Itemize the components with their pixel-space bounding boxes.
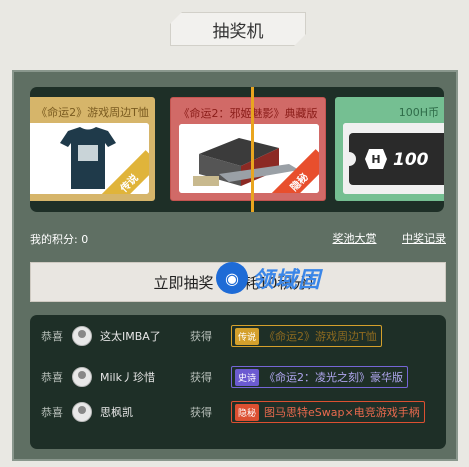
avatar — [72, 402, 92, 422]
collectors-edition-image: 隐秘 — [179, 124, 319, 193]
prize-carousel: 《命运2》游戏周边T恤 传说 《命运2：邪姬魅影》典藏版 隐秘 100H币 H … — [30, 87, 444, 212]
feed-row: 恭喜 思枫凯 获得 隐秘 图马思特eSwap×电竞游戏手柄 — [30, 400, 446, 424]
feed-row: 恭喜 这太IMBA了 获得 传说 《命运2》游戏周边T恤 — [30, 324, 446, 348]
prize-card-name: 《命运2》游戏周边T恤 — [36, 106, 149, 119]
carousel-pointer — [251, 87, 254, 212]
got-label: 获得 — [190, 330, 212, 343]
page-title-text: 抽奖机 — [212, 21, 264, 42]
watermark-text: 领域固 — [252, 268, 322, 293]
prize-card-name: 100H币 — [398, 106, 439, 119]
prize-card-name: 《命运2：邪姬魅影》典藏版 — [178, 107, 318, 120]
avatar — [72, 326, 92, 346]
ticket-value: 100 — [393, 150, 429, 170]
svg-text:H: H — [371, 153, 380, 166]
win-records-link[interactable]: 中奖记录 — [402, 232, 446, 245]
prize-badge: 史诗 《命运2：凌光之刻》豪华版 — [231, 366, 409, 388]
feed-row: 恭喜 Milk丿珍惜 获得 史诗 《命运2：凌光之刻》豪华版 — [30, 365, 446, 389]
tier-tag: 传说 — [235, 327, 260, 345]
prize-badge: 传说 《命运2》游戏周边T恤 — [231, 325, 382, 347]
tier-tag: 隐秘 — [235, 403, 260, 421]
prize-card-h-coin: 100H币 H 100 — [335, 97, 444, 201]
winner-name: Milk丿珍惜 — [100, 371, 155, 384]
tier-tag: 史诗 — [235, 368, 260, 386]
winner-name: 这太IMBA了 — [100, 330, 161, 343]
got-label: 获得 — [190, 406, 212, 419]
my-points: 我的积分: 0 — [30, 233, 89, 246]
page-title: 抽奖机 — [170, 12, 306, 46]
watermark-logo: ◉ 领域固 — [216, 262, 321, 294]
h-coin-ticket-image: H 100 — [343, 123, 444, 194]
winner-feed: 恭喜 这太IMBA了 获得 传说 《命运2》游戏周边T恤 恭喜 Milk丿珍惜 … — [30, 315, 446, 449]
congrats-label: 恭喜 — [41, 406, 63, 419]
prize-name: 《命运2》游戏周边T恤 — [264, 330, 377, 343]
prize-name: 《命运2：凌光之刻》豪华版 — [264, 371, 404, 384]
avatar — [72, 367, 92, 387]
stats-links: 奖池大赏 中奖记录 — [311, 230, 447, 246]
prize-pool-link[interactable]: 奖池大赏 — [333, 232, 377, 245]
prize-card-tshirt: 《命运2》游戏周边T恤 传说 — [30, 97, 155, 201]
got-label: 获得 — [190, 371, 212, 384]
watermark-icon: ◉ — [216, 262, 248, 294]
congrats-label: 恭喜 — [41, 330, 63, 343]
prize-badge: 隐秘 图马思特eSwap×电竞游戏手柄 — [231, 401, 425, 423]
prize-name: 图马思特eSwap×电竞游戏手柄 — [264, 406, 420, 419]
winner-name: 思枫凯 — [100, 406, 133, 419]
prize-card-collectors-edition: 《命运2：邪姬魅影》典藏版 隐秘 — [170, 97, 326, 201]
tshirt-image: 传说 — [30, 123, 149, 194]
congrats-label: 恭喜 — [41, 371, 63, 384]
